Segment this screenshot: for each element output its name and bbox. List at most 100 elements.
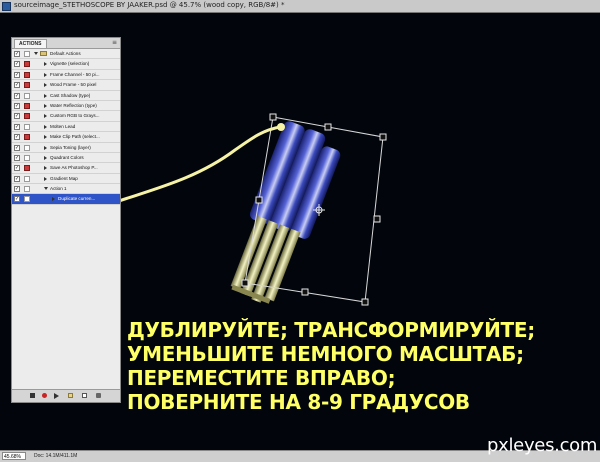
toggle-item-checkbox[interactable]: ✓ (14, 144, 20, 151)
toggle-dialog-icon[interactable] (24, 61, 30, 68)
new-action-icon[interactable] (82, 393, 87, 398)
record-icon[interactable] (42, 393, 47, 398)
handle-right-middle[interactable] (373, 215, 381, 223)
toggle-dialog-icon[interactable] (24, 71, 30, 78)
new-set-folder-icon[interactable] (68, 393, 73, 398)
actions-panel[interactable]: ACTIONS ≡ ✓ Default Actions ✓ Vignette (sel… (11, 37, 121, 403)
collapsed-triangle-icon[interactable] (44, 93, 47, 98)
action-row[interactable]: ✓ Water Reflection (type) (12, 101, 120, 112)
expanded-triangle-icon[interactable] (34, 52, 38, 55)
collapsed-triangle-icon[interactable] (44, 135, 47, 140)
handle-bottom-middle[interactable] (301, 288, 309, 296)
toggle-item-checkbox[interactable]: ✓ (14, 102, 20, 109)
action-set-row[interactable]: ✓ Default Actions (12, 49, 120, 60)
action-row[interactable]: ✓ Make Clip Path (select... (12, 132, 120, 143)
toggle-dialog-icon[interactable] (24, 51, 30, 57)
action-row[interactable]: ✓ Save As Photoshop P... (12, 163, 120, 174)
trash-icon[interactable] (96, 393, 101, 398)
action-row[interactable]: ✓ Action 1 (12, 184, 120, 195)
toggle-item-checkbox[interactable]: ✓ (14, 186, 20, 193)
collapsed-triangle-icon[interactable] (44, 145, 47, 150)
zoom-field[interactable]: 45.68% (2, 452, 26, 460)
toggle-dialog-icon[interactable] (24, 113, 30, 120)
toggle-item-checkbox[interactable]: ✓ (14, 196, 20, 203)
action-row[interactable]: ✓ Quadrant Colors (12, 153, 120, 164)
toggle-item-checkbox[interactable]: ✓ (14, 134, 20, 141)
toggle-dialog-icon[interactable] (24, 134, 30, 141)
toggle-dialog-icon[interactable] (24, 175, 30, 182)
expanded-triangle-icon[interactable] (44, 187, 48, 191)
instruction-text: ДУБЛИРУЙТЕ; ТРАНСФОРМИРУЙТЕ; УМЕНЬШИТЕ Н… (127, 318, 599, 414)
stop-icon[interactable] (30, 393, 35, 398)
watermark: pxleyes.com (487, 435, 598, 456)
instruction-line: УМЕНЬШИТЕ НЕМНОГО МАСШТАБ; (127, 342, 524, 366)
handle-top-middle[interactable] (324, 123, 332, 131)
collapsed-triangle-icon[interactable] (44, 155, 47, 160)
collapsed-triangle-icon[interactable] (44, 62, 47, 67)
toggle-item-checkbox[interactable]: ✓ (14, 51, 20, 57)
action-label: Vignette (selection) (50, 61, 90, 67)
toggle-item-checkbox[interactable]: ✓ (14, 175, 20, 182)
action-row[interactable]: ✓ Custom RGB to Grays... (12, 111, 120, 122)
collapsed-triangle-icon[interactable] (44, 103, 47, 108)
toggle-dialog-icon[interactable] (24, 154, 30, 161)
toggle-item-checkbox[interactable]: ✓ (14, 92, 20, 99)
toggle-dialog-icon[interactable] (24, 82, 30, 89)
collapsed-triangle-icon[interactable] (44, 124, 47, 129)
action-label: Quadrant Colors (50, 154, 84, 160)
action-label: Make Clip Path (select... (50, 134, 100, 140)
action-label: Wood Frame - 50 pixel (50, 82, 97, 88)
handle-left-middle[interactable] (255, 196, 263, 204)
action-row[interactable]: ✓ Gradient Map (12, 174, 120, 185)
action-row[interactable]: ✓ Cast Shadow (type) (12, 91, 120, 101)
toggle-dialog-icon[interactable] (24, 186, 30, 193)
action-label: Action 1 (50, 186, 67, 192)
toggle-item-checkbox[interactable]: ✓ (14, 61, 20, 68)
collapsed-triangle-icon[interactable] (44, 83, 47, 88)
handle-top-right[interactable] (379, 133, 387, 141)
toggle-dialog-icon[interactable] (24, 102, 30, 109)
collapsed-triangle-icon[interactable] (44, 114, 47, 119)
toggle-item-checkbox[interactable]: ✓ (14, 154, 20, 161)
action-label: Duplicate curren... (58, 196, 96, 202)
instruction-line: ДУБЛИРУЙТЕ; ТРАНСФОРМИРУЙТЕ; (127, 318, 535, 342)
collapsed-triangle-icon[interactable] (44, 166, 47, 171)
action-label: Frame Channel - 50 pi... (50, 71, 100, 77)
panel-menu-icon[interactable]: ≡ (112, 40, 117, 46)
action-label: Sepia Toning (layer) (50, 144, 91, 150)
action-label: Molten Lead (50, 123, 76, 129)
action-row[interactable]: ✓ Molten Lead (12, 122, 120, 133)
handle-bottom-left[interactable] (241, 279, 249, 287)
handle-bottom-right[interactable] (361, 298, 369, 306)
collapsed-triangle-icon[interactable] (44, 176, 47, 181)
toggle-item-checkbox[interactable]: ✓ (14, 165, 20, 172)
action-label: Cast Shadow (type) (50, 92, 91, 98)
handle-top-left[interactable] (269, 113, 277, 121)
toggle-dialog-icon[interactable] (24, 165, 30, 172)
toggle-item-checkbox[interactable]: ✓ (14, 113, 20, 120)
document-size-info[interactable]: Doc: 14.1M/411.1M (34, 452, 77, 461)
toggle-dialog-icon[interactable] (24, 123, 30, 130)
action-row[interactable]: ✓ Sepia Toning (layer) (12, 143, 120, 153)
toggle-dialog-icon[interactable] (24, 196, 30, 203)
toggle-dialog-icon[interactable] (24, 92, 30, 99)
toggle-dialog-icon[interactable] (24, 144, 30, 151)
toggle-item-checkbox[interactable]: ✓ (14, 123, 20, 130)
action-step-row[interactable]: ✓ Duplicate curren... (12, 194, 120, 205)
actions-panel-tabbar: ACTIONS ≡ (12, 38, 120, 49)
action-row[interactable]: ✓ Vignette (selection) (12, 59, 120, 70)
collapsed-triangle-icon[interactable] (44, 72, 47, 77)
action-row[interactable]: ✓ Wood Frame - 50 pixel (12, 80, 120, 91)
action-label: Gradient Map (50, 175, 78, 181)
action-row[interactable]: ✓ Frame Channel - 50 pi... (12, 70, 120, 81)
action-label: Custom RGB to Grays... (50, 113, 100, 119)
actions-list: ✓ Default Actions ✓ Vignette (selection) ✓ Fr… (12, 49, 120, 205)
toggle-item-checkbox[interactable]: ✓ (14, 82, 20, 89)
folder-icon (40, 51, 47, 56)
instruction-line: ПОВЕРНИТЕ НА 8-9 ГРАДУСОВ (127, 390, 470, 414)
collapsed-triangle-icon[interactable] (52, 197, 55, 202)
play-icon[interactable] (54, 393, 59, 399)
instruction-line: ПЕРЕМЕСТИТЕ ВПРАВО; (127, 366, 396, 390)
toggle-item-checkbox[interactable]: ✓ (14, 71, 20, 78)
tab-actions[interactable]: ACTIONS (14, 39, 47, 48)
